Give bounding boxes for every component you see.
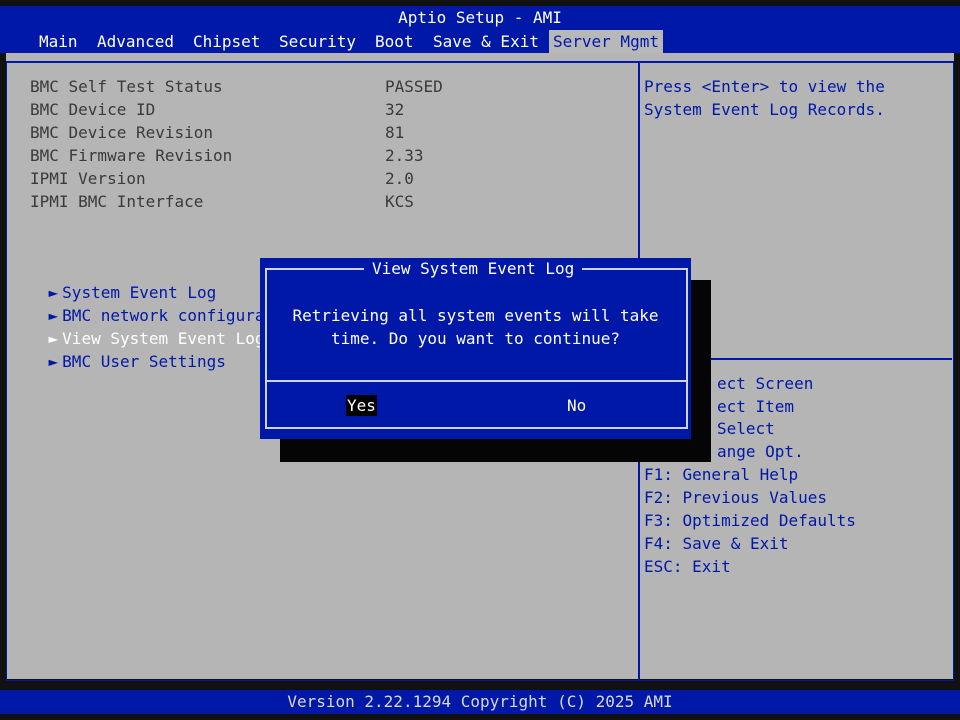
key-help-esc: ESC: Exit [644, 557, 731, 576]
info-value-device-id: 32 [385, 100, 405, 119]
tab-advanced[interactable]: Advanced [93, 30, 178, 53]
info-value-device-revision: 81 [385, 123, 405, 142]
key-help-partial: ect Item [717, 397, 795, 416]
menu-item-bmc-user-settings[interactable]: ► BMC User Settings [10, 327, 226, 396]
tab-security[interactable]: Security [275, 30, 360, 53]
info-label-bmc-interface: IPMI BMC Interface [30, 192, 204, 211]
info-value-ipmi-version: 2.0 [385, 169, 414, 188]
dialog-separator [265, 380, 688, 382]
tab-server-mgmt[interactable]: Server Mgmt [549, 30, 663, 53]
key-help-partial: ect Screen [717, 374, 814, 393]
app-title: Aptio Setup - AMI [398, 8, 562, 27]
version-footer: Version 2.22.1294 Copyright (C) 2025 AMI [0, 690, 960, 714]
info-label-device-revision: BMC Device Revision [30, 123, 214, 142]
key-help-f3: F3: Optimized Defaults [644, 511, 856, 530]
help-description-line: System Event Log Records. [644, 100, 885, 119]
key-help-partial: ange Opt. [717, 442, 804, 461]
tab-bar: Main Advanced Chipset Security Boot Save… [0, 30, 960, 53]
info-value-self-test: PASSED [385, 77, 443, 96]
dialog-title: View System Event Log [364, 258, 583, 280]
yes-button[interactable]: Yes [346, 395, 377, 416]
key-help-f1: F1: General Help [644, 465, 799, 484]
info-value-bmc-interface: KCS [385, 192, 414, 211]
key-help-partial: Select [717, 419, 775, 438]
tab-chipset[interactable]: Chipset [189, 30, 264, 53]
menu-item-label: BMC User Settings [62, 352, 226, 371]
tab-save-exit[interactable]: Save & Exit [429, 30, 543, 53]
tab-boot[interactable]: Boot [371, 30, 418, 53]
no-button[interactable]: No [567, 395, 586, 416]
confirm-dialog: View System Event Log Retrieving all sys… [260, 258, 691, 439]
info-label-self-test: BMC Self Test Status [30, 77, 223, 96]
tab-main[interactable]: Main [35, 30, 82, 53]
info-label-firmware-revision: BMC Firmware Revision [30, 146, 233, 165]
info-label-ipmi-version: IPMI Version [30, 169, 146, 188]
key-help-f2: F2: Previous Values [644, 488, 828, 507]
dialog-message: Retrieving all system events will take t… [292, 306, 659, 348]
title-bar: Aptio Setup - AMI Main Advanced Chipset … [0, 6, 960, 53]
submenu-arrow-icon: ► [48, 352, 59, 371]
info-value-firmware-revision: 2.33 [385, 146, 424, 165]
info-label-device-id: BMC Device ID [30, 100, 156, 119]
key-help-f4: F4: Save & Exit [644, 534, 789, 553]
help-description-line: Press <Enter> to view the [644, 77, 885, 96]
